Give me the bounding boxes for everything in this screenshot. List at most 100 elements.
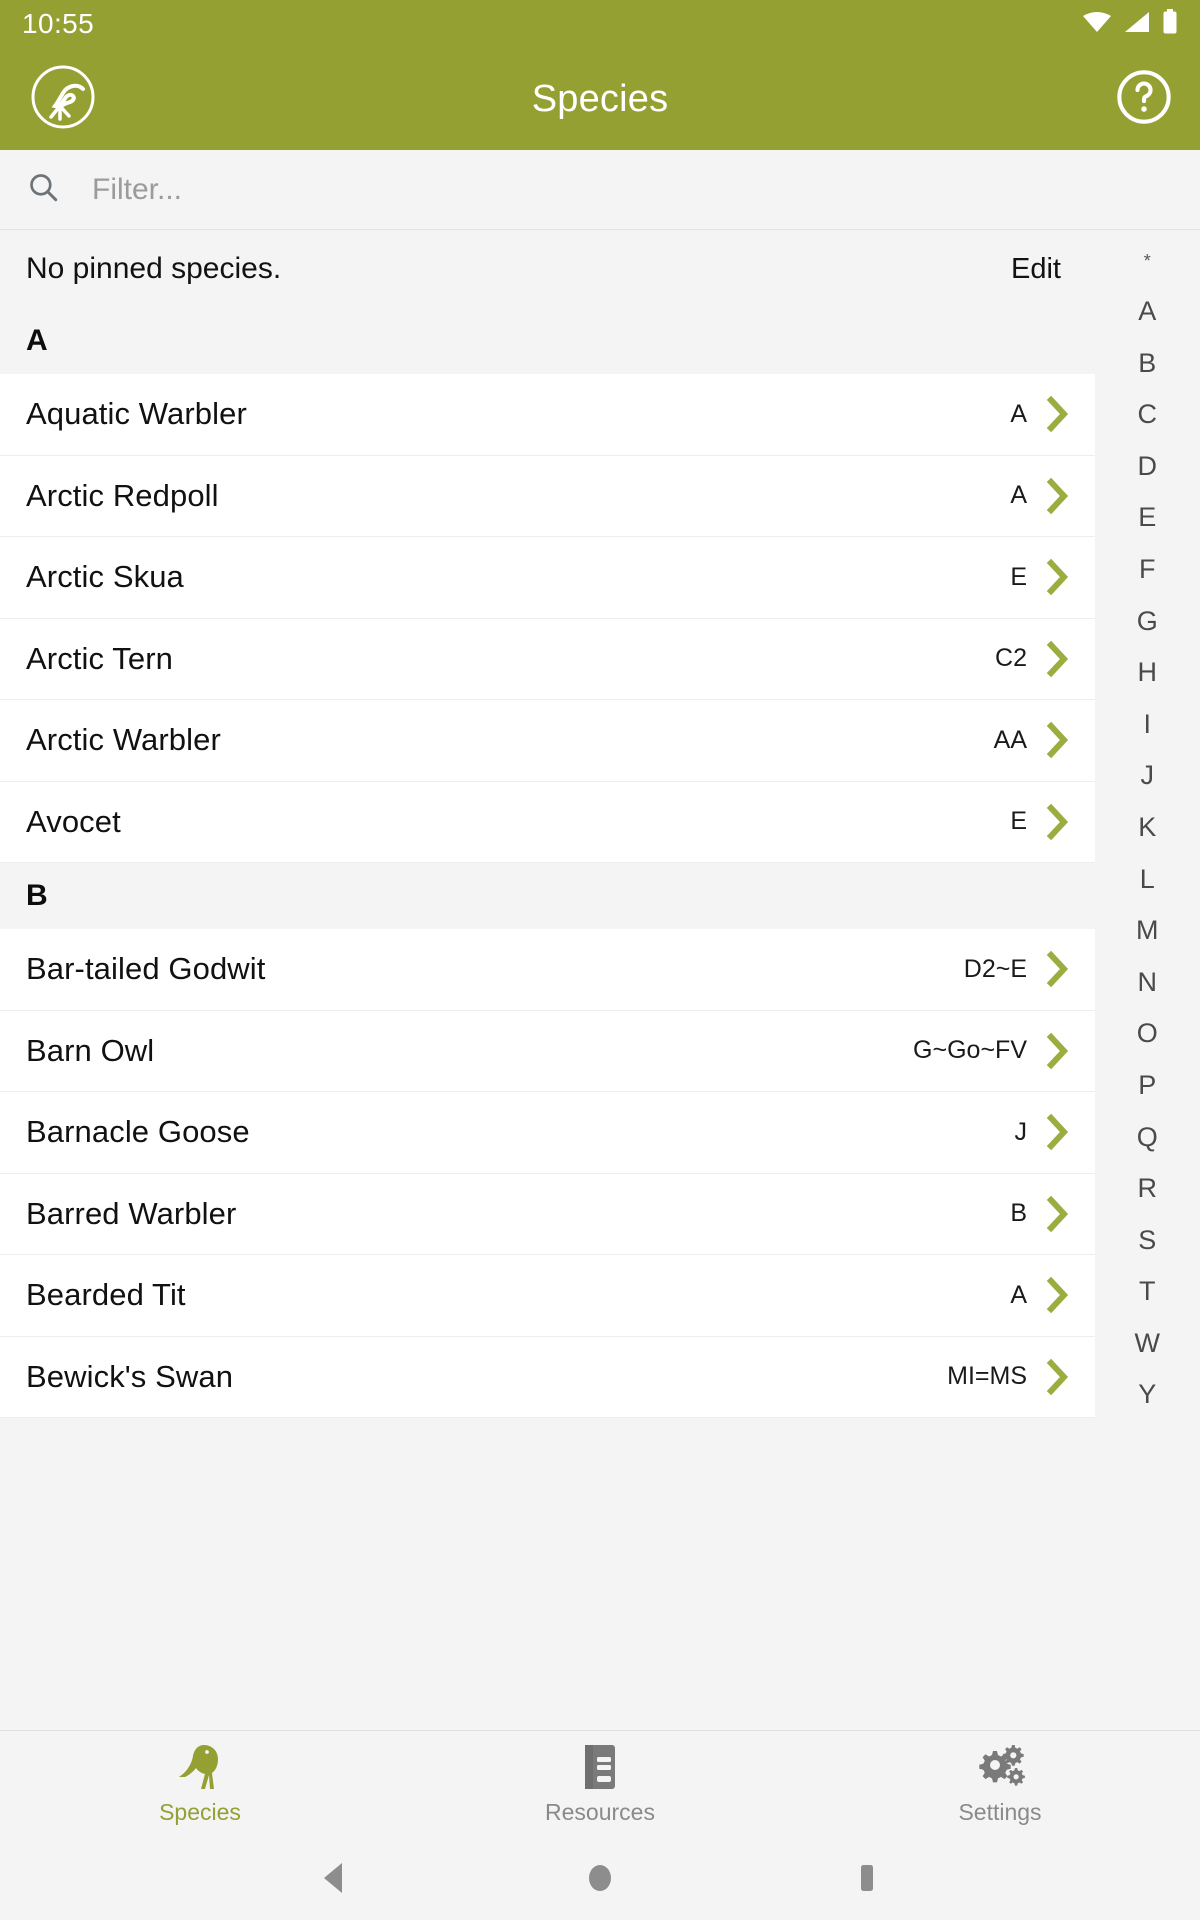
search-icon [26,170,60,209]
index-item-d[interactable]: D [1095,452,1200,480]
chevron-right-icon [1045,1112,1071,1152]
table-row[interactable]: Bewick's Swan MI=MS [0,1336,1095,1418]
table-row[interactable]: Avocet E [0,781,1095,863]
species-code: B [1010,1199,1027,1228]
chevron-right-icon [1045,639,1071,679]
species-name: Barred Warbler [26,1195,237,1231]
species-code: E [1010,562,1027,591]
index-item-b[interactable]: B [1095,349,1200,377]
search-input[interactable] [92,172,1174,207]
index-item-star[interactable]: * [1095,252,1200,270]
wifi-icon [1082,10,1112,39]
help-circle-icon [1115,68,1173,131]
battery-icon [1162,8,1178,40]
status-bar-clock: 10:55 [22,8,95,39]
section-group-b: Bar-tailed Godwit D2~E Barn Owl G~Go~FV … [0,929,1095,1418]
species-name: Bar-tailed Godwit [26,951,266,987]
species-list[interactable]: No pinned species. Edit A Aquatic Warble… [0,230,1095,1730]
species-code: A [1010,1280,1027,1309]
content-area: No pinned species. Edit A Aquatic Warble… [0,230,1200,1730]
index-item-a[interactable]: A [1095,298,1200,325]
section-header-b: B [0,863,1095,929]
cellular-signal-icon [1123,10,1151,39]
chevron-right-icon [1045,394,1071,434]
index-item-s[interactable]: S [1095,1226,1200,1254]
index-item-n[interactable]: N [1095,968,1200,996]
index-item-m[interactable]: M [1095,917,1200,944]
status-bar: 10:55 [0,0,1200,48]
bottom-tab-bar: Species Resources Settings [0,1730,1200,1835]
species-name: Arctic Redpoll [26,477,219,513]
table-row[interactable]: Bearded Tit A [0,1255,1095,1337]
species-name: Barn Owl [26,1032,155,1068]
table-row[interactable]: Arctic Warbler AA [0,700,1095,782]
index-item-g[interactable]: G [1095,607,1200,635]
index-item-q[interactable]: Q [1095,1123,1200,1151]
help-button[interactable] [1114,69,1174,129]
species-name: Barnacle Goose [26,1114,250,1150]
app-logo-button[interactable] [26,62,100,136]
tab-settings[interactable]: Settings [800,1731,1200,1835]
back-triangle-icon[interactable] [293,1848,373,1908]
alphabet-index-bar[interactable]: * A B C D E F G H I J K L M N O P Q R S … [1095,230,1200,1730]
table-row[interactable]: Aquatic Warbler A [0,374,1095,456]
chevron-right-icon [1045,802,1071,842]
home-circle-icon[interactable] [560,1848,640,1908]
species-name: Arctic Skua [26,559,184,595]
section-group-a: Aquatic Warbler A Arctic Redpoll A Arcti… [0,374,1095,863]
species-name: Bearded Tit [26,1277,186,1313]
section-header-a: A [0,308,1095,374]
index-item-k[interactable]: K [1095,813,1200,841]
species-name: Bewick's Swan [26,1358,234,1394]
index-item-o[interactable]: O [1095,1020,1200,1047]
index-item-t[interactable]: T [1095,1278,1200,1305]
index-item-l[interactable]: L [1095,865,1200,893]
book-icon [581,1741,619,1791]
index-item-c[interactable]: C [1095,401,1200,428]
species-name: Avocet [26,803,121,839]
table-row[interactable]: Barn Owl G~Go~FV [0,1010,1095,1092]
tab-resources[interactable]: Resources [400,1731,800,1835]
index-item-r[interactable]: R [1095,1175,1200,1202]
species-code: E [1010,807,1027,836]
tab-label-resources: Resources [545,1798,655,1825]
index-item-h[interactable]: H [1095,659,1200,686]
index-item-e[interactable]: E [1095,504,1200,531]
tab-label-settings: Settings [958,1798,1042,1825]
species-code: AA [993,725,1027,754]
species-code: D2~E [963,954,1027,983]
pinned-species-label: No pinned species. [26,252,282,285]
edit-pinned-button[interactable]: Edit [1011,253,1069,286]
index-item-f[interactable]: F [1095,555,1200,583]
bird-logo-icon [27,61,99,138]
table-row[interactable]: Barnacle Goose J [0,1092,1095,1174]
index-item-i[interactable]: I [1095,710,1200,738]
table-row[interactable]: Arctic Tern C2 [0,618,1095,700]
chevron-right-icon [1045,949,1071,989]
android-system-nav [0,1835,1200,1920]
recents-square-icon[interactable] [827,1848,907,1908]
species-code: C2 [995,644,1027,673]
app-root: 10:55 Species Filter... No pinned specie… [0,0,1200,1920]
table-row[interactable]: Arctic Redpoll A [0,455,1095,537]
gears-icon [971,1741,1029,1791]
species-code: A [1010,481,1027,510]
chevron-right-icon [1045,557,1071,597]
page-title: Species [531,77,669,120]
species-code: J [1014,1117,1028,1146]
table-row[interactable]: Barred Warbler B [0,1173,1095,1255]
index-item-w[interactable]: W [1095,1329,1200,1357]
species-code: A [1010,399,1027,428]
tab-label-species: Species [159,1798,241,1825]
table-row[interactable]: Bar-tailed Godwit D2~E [0,929,1095,1011]
index-item-j[interactable]: J [1095,762,1200,789]
index-item-p[interactable]: P [1095,1071,1200,1099]
tab-species[interactable]: Species [0,1731,400,1835]
index-item-y[interactable]: Y [1095,1381,1200,1408]
chevron-right-icon [1045,476,1071,516]
chevron-right-icon [1045,720,1071,760]
table-row[interactable]: Arctic Skua E [0,537,1095,619]
filter-bar[interactable] [0,150,1200,230]
species-name: Arctic Tern [26,640,173,676]
chevron-right-icon [1045,1031,1071,1071]
